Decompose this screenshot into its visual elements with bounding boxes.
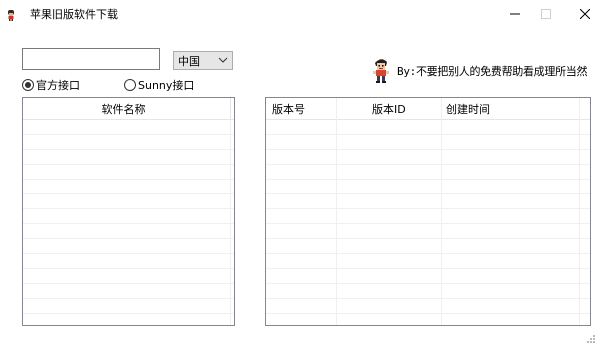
table-row[interactable] bbox=[266, 135, 590, 150]
table-row[interactable] bbox=[266, 299, 590, 314]
version-table[interactable]: 版本号 版本ID 创建时间 bbox=[265, 97, 591, 326]
mascot-icon bbox=[371, 57, 391, 83]
resize-grip-icon[interactable] bbox=[586, 334, 596, 344]
list-item[interactable] bbox=[23, 314, 234, 325]
version-number-column-header[interactable]: 版本号 bbox=[272, 98, 305, 120]
list-item[interactable] bbox=[23, 254, 234, 269]
list-item[interactable] bbox=[23, 120, 234, 135]
list-item[interactable] bbox=[23, 150, 234, 165]
list-item[interactable] bbox=[23, 239, 234, 255]
table-row[interactable] bbox=[266, 150, 590, 165]
created-time-column-header[interactable]: 创建时间 bbox=[446, 98, 490, 120]
version-table-rows bbox=[266, 120, 590, 325]
country-select-value: 中国 bbox=[178, 54, 200, 68]
list-item[interactable] bbox=[23, 194, 234, 210]
software-list-rows bbox=[23, 120, 234, 325]
author-label: By:不要把别人的免费帮助看成理所当然 bbox=[397, 65, 588, 78]
column-divider bbox=[230, 98, 231, 120]
version-id-column-header[interactable]: 版本ID bbox=[372, 98, 406, 120]
maximize-button bbox=[526, 0, 566, 28]
close-icon bbox=[580, 9, 590, 19]
table-row[interactable] bbox=[266, 254, 590, 269]
software-list-header[interactable]: 软件名称 bbox=[23, 98, 234, 120]
list-item[interactable] bbox=[23, 224, 234, 240]
table-row[interactable] bbox=[266, 224, 590, 240]
title-bar: 苹果旧版软件下载 bbox=[0, 0, 600, 30]
country-select[interactable]: 中国 bbox=[173, 51, 233, 70]
minimize-icon bbox=[510, 13, 520, 15]
list-item[interactable] bbox=[23, 209, 234, 225]
table-row[interactable] bbox=[266, 120, 590, 135]
table-row[interactable] bbox=[266, 269, 590, 284]
list-item[interactable] bbox=[23, 269, 234, 284]
version-table-header bbox=[266, 98, 590, 120]
list-item[interactable] bbox=[23, 299, 234, 314]
radio-official-api[interactable]: 官方接口 bbox=[22, 78, 80, 92]
maximize-icon bbox=[541, 9, 551, 19]
radio-unchecked-icon bbox=[124, 79, 136, 91]
table-row[interactable] bbox=[266, 209, 590, 225]
window-title: 苹果旧版软件下载 bbox=[30, 8, 118, 21]
list-item[interactable] bbox=[23, 165, 234, 180]
table-row[interactable] bbox=[266, 284, 590, 299]
radio-checked-icon bbox=[22, 79, 34, 91]
software-list[interactable]: 软件名称 bbox=[22, 97, 235, 326]
software-name-column-header: 软件名称 bbox=[101, 102, 146, 116]
list-item[interactable] bbox=[23, 180, 234, 195]
app-icon bbox=[6, 9, 16, 21]
close-button[interactable] bbox=[565, 0, 600, 28]
table-row[interactable] bbox=[266, 180, 590, 195]
list-item[interactable] bbox=[23, 135, 234, 150]
table-row[interactable] bbox=[266, 194, 590, 210]
table-row[interactable] bbox=[266, 239, 590, 255]
search-input[interactable] bbox=[22, 48, 160, 70]
radio-official-label: 官方接口 bbox=[36, 79, 80, 92]
table-row[interactable] bbox=[266, 314, 590, 325]
radio-sunny-api[interactable]: Sunny接口 bbox=[124, 78, 194, 92]
list-item[interactable] bbox=[23, 284, 234, 299]
chevron-down-icon bbox=[218, 57, 228, 63]
table-row[interactable] bbox=[266, 165, 590, 180]
radio-sunny-label: Sunny接口 bbox=[138, 79, 195, 92]
